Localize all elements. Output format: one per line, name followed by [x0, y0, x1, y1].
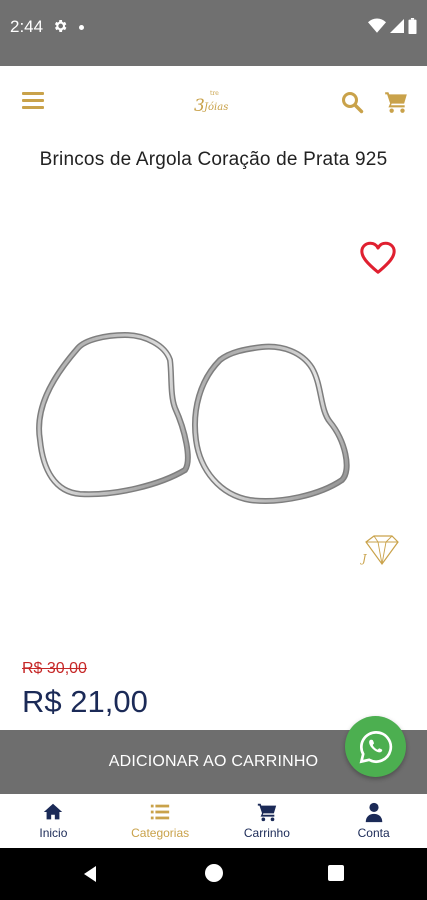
whatsapp-icon: [359, 730, 392, 763]
home-button-icon[interactable]: [205, 864, 223, 882]
settings-status-icon: [54, 20, 67, 32]
search-icon[interactable]: [340, 90, 364, 114]
system-navigation-bar: [0, 848, 427, 900]
user-icon: [365, 802, 382, 823]
status-indicators: [368, 18, 417, 34]
nav-item-carrinho[interactable]: Carrinho: [214, 794, 321, 848]
back-icon[interactable]: [80, 864, 100, 884]
battery-icon: [408, 18, 417, 34]
home-icon: [44, 803, 63, 820]
diamond-watermark-icon: J: [360, 535, 399, 566]
notification-dot-icon: [79, 25, 84, 30]
svg-text:J: J: [360, 552, 367, 565]
old-price: R$ 30,00: [22, 660, 87, 677]
cart-icon: [257, 803, 277, 822]
svg-text:tre: tre: [210, 90, 219, 97]
nav-item-inicio[interactable]: Inicio: [0, 794, 107, 848]
svg-text:Jóias: Jóias: [202, 102, 228, 113]
wifi-icon: [368, 18, 386, 33]
brand-logo[interactable]: tre 3 Jóias: [188, 86, 238, 118]
bottom-navigation: Inicio Categorias Carrinho Conta: [0, 794, 427, 848]
status-time: 2:44: [10, 17, 44, 36]
product-title: Brincos de Argola Coração de Prata 925: [39, 149, 388, 170]
nav-label-inicio: Inicio: [39, 826, 68, 840]
app-header: tre 3 Jóias: [0, 66, 427, 138]
nav-label-categorias: Categorias: [131, 826, 190, 840]
status-bar: 2:44: [0, 0, 427, 66]
nav-item-categorias[interactable]: Categorias: [107, 794, 214, 848]
recent-apps-icon[interactable]: [328, 865, 344, 881]
current-price: R$ 21,00: [22, 684, 148, 719]
cart-icon[interactable]: [383, 89, 409, 115]
nav-label-conta: Conta: [357, 826, 390, 840]
product-image[interactable]: [20, 320, 360, 510]
nav-item-conta[interactable]: Conta: [320, 794, 427, 848]
signal-icon: [390, 19, 404, 33]
list-icon: [150, 804, 170, 820]
nav-label-carrinho: Carrinho: [243, 826, 290, 840]
heart-icon[interactable]: [359, 240, 397, 276]
whatsapp-button[interactable]: [345, 716, 406, 777]
menu-icon[interactable]: [22, 92, 44, 110]
